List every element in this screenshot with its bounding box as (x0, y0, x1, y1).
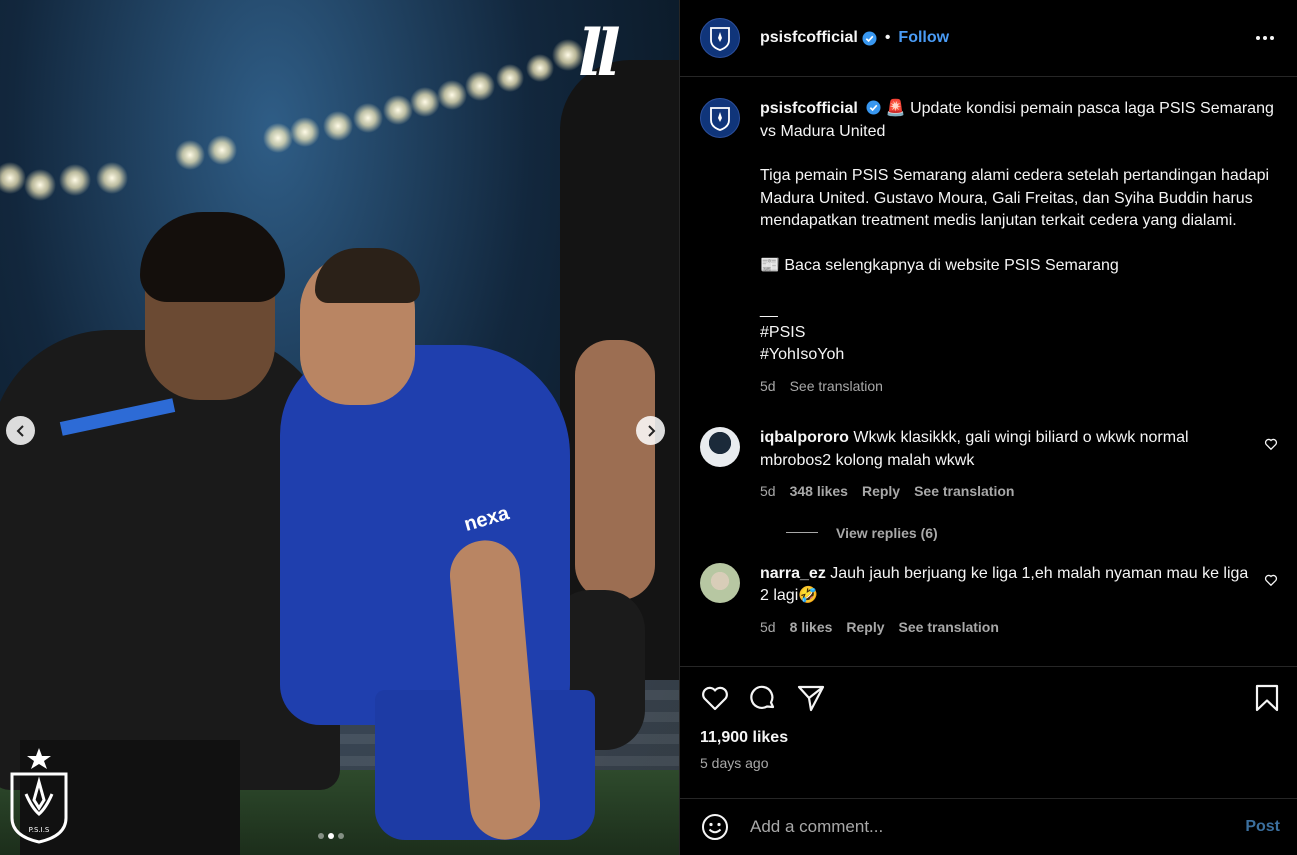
chevron-right-icon (647, 424, 655, 437)
heart-icon[interactable] (1264, 573, 1278, 587)
view-replies-button[interactable]: View replies (6) (786, 525, 1278, 541)
comment-input[interactable] (750, 817, 1246, 837)
comments-scroll-area[interactable]: psisfcofficial 🚨 Update kondisi pemain p… (680, 78, 1297, 665)
post-timestamp[interactable]: 5 days ago (700, 755, 1282, 771)
comment-likes[interactable]: 8 likes (790, 616, 833, 639)
bookmark-icon[interactable] (1252, 683, 1282, 713)
caption-read-more: 📰 Baca selengkapnya di website PSIS Sema… (760, 256, 1119, 274)
post-header: psisfcofficial • Follow (680, 0, 1297, 77)
hashtag-yohisoyoh[interactable]: #YohIsoYoh (760, 344, 1278, 367)
heart-icon[interactable] (1264, 437, 1278, 451)
add-comment-bar: Post (680, 798, 1297, 855)
comment-time[interactable]: 5d (760, 480, 776, 503)
caption: psisfcofficial 🚨 Update kondisi pemain p… (700, 98, 1278, 397)
post-media[interactable]: nexa ll P.S.I.S (0, 0, 679, 855)
psis-logo-icon (710, 27, 730, 51)
emoji-smiley-icon[interactable] (700, 812, 730, 842)
header-username[interactable]: psisfcofficial (760, 29, 858, 47)
more-options-icon[interactable] (1253, 26, 1277, 50)
avatar[interactable] (700, 562, 740, 603)
caption-time[interactable]: 5d (760, 375, 776, 398)
avatar[interactable] (700, 98, 740, 138)
comment-time[interactable]: 5d (760, 616, 776, 639)
reply-button[interactable]: Reply (846, 616, 884, 639)
comment-username[interactable]: narra_ez (760, 565, 826, 582)
likes-count[interactable]: 11,900 likes (700, 729, 1282, 747)
verified-badge-icon (862, 31, 877, 45)
comment-username[interactable]: iqbalpororo (760, 429, 849, 446)
comment-bubble-icon[interactable] (748, 683, 778, 713)
see-translation-link[interactable]: See translation (899, 616, 999, 639)
comment-item: narra_ez Jauh jauh berjuang ke liga 1,eh… (700, 562, 1278, 639)
carousel-next-button[interactable] (636, 416, 665, 445)
hashtag-psis[interactable]: #PSIS (760, 322, 1278, 345)
reply-button[interactable]: Reply (862, 480, 900, 503)
avatar[interactable] (700, 427, 740, 467)
comment-body: narra_ez Jauh jauh berjuang ke liga 1,eh… (760, 563, 1256, 639)
comment-text: Jauh jauh berjuang ke liga 1,eh malah ny… (760, 564, 1249, 605)
carousel-dot (318, 833, 324, 839)
view-replies-label: View replies (6) (836, 524, 938, 541)
svg-text:P.S.I.S: P.S.I.S (29, 826, 50, 834)
caption-paragraph: Tiga pemain PSIS Semarang alami cedera s… (760, 167, 1270, 229)
carousel-prev-button[interactable] (6, 416, 35, 445)
chevron-left-icon (16, 424, 24, 437)
player-hair (315, 248, 420, 303)
carousel-dot (338, 833, 344, 839)
brand-watermark: ll (578, 16, 621, 91)
share-paper-plane-icon[interactable] (796, 683, 826, 713)
post-comment-button[interactable]: Post (1245, 818, 1280, 836)
follow-button[interactable]: Follow (898, 29, 949, 47)
see-translation-link[interactable]: See translation (914, 480, 1014, 503)
post-details-panel: psisfcofficial • Follow psisfcofficial 🚨… (679, 0, 1297, 855)
caption-separator: __ (760, 301, 778, 318)
like-heart-icon[interactable] (700, 683, 730, 713)
post-actions: 11,900 likes 5 days ago (680, 666, 1297, 771)
avatar[interactable] (700, 18, 740, 58)
psis-logo-icon (710, 107, 730, 131)
carousel-dot-active (328, 833, 334, 839)
comment-likes[interactable]: 348 likes (790, 480, 848, 503)
psis-crest-icon: P.S.I.S (10, 748, 68, 844)
referee-arm (575, 340, 655, 600)
caption-meta: 5d See translation (760, 375, 1278, 398)
caption-body: psisfcofficial 🚨 Update kondisi pemain p… (760, 98, 1278, 397)
separator-dot: • (884, 29, 891, 46)
siren-emoji: 🚨 (885, 100, 906, 117)
carousel-indicator (318, 833, 344, 839)
staff-hair (140, 212, 285, 302)
comment-item: iqbalpororo Wkwk klasikkk, gali wingi bi… (700, 427, 1278, 503)
action-icons (700, 683, 1282, 713)
verified-badge-icon (866, 100, 881, 115)
caption-see-translation-link[interactable]: See translation (790, 375, 883, 398)
comment-meta: 5d 348 likes Reply See translation (760, 480, 1256, 503)
caption-username[interactable]: psisfcofficial (760, 100, 858, 117)
comment-body: iqbalpororo Wkwk klasikkk, gali wingi bi… (760, 427, 1256, 503)
comment-meta: 5d 8 likes Reply See translation (760, 616, 1256, 639)
